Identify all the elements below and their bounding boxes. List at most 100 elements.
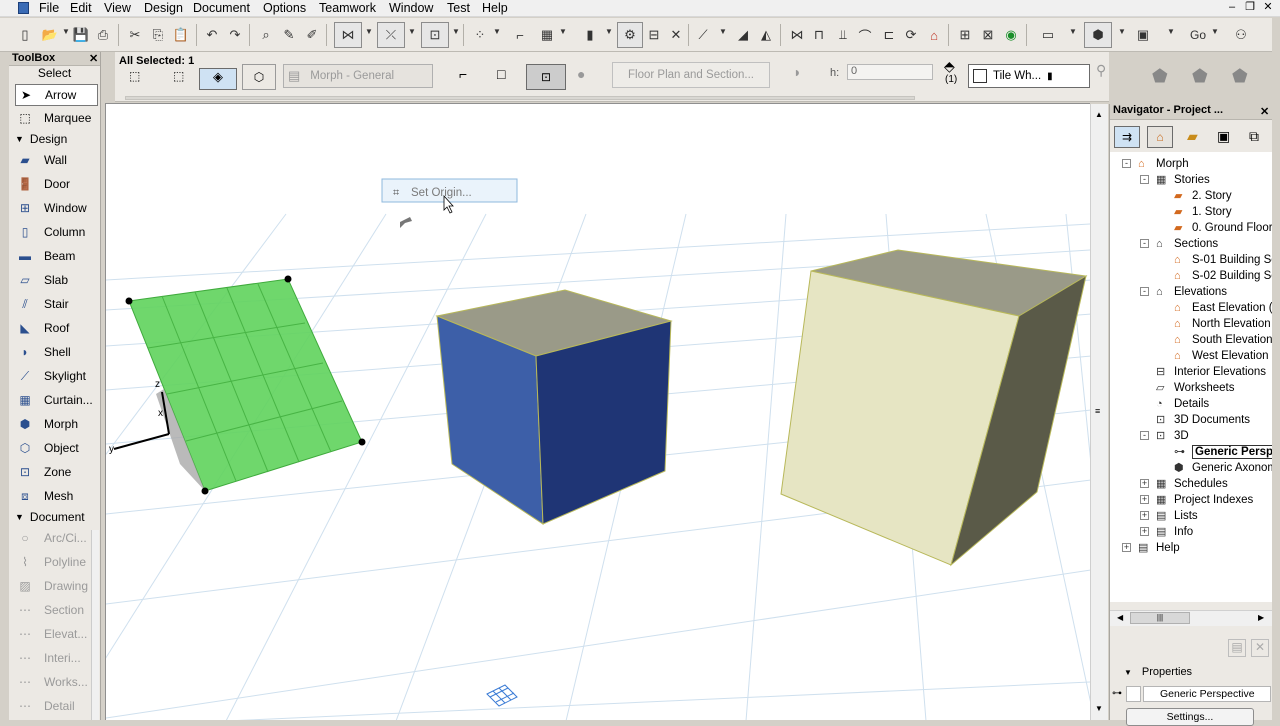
magic-wand-icon[interactable]: ⚙	[617, 22, 643, 48]
dropdown-arrow-icon[interactable]: ▼	[365, 27, 373, 36]
solid-icon[interactable]: ⊡	[526, 64, 566, 90]
copy-icon[interactable]: ⎘	[148, 25, 168, 45]
find-select-icon[interactable]: ⌕	[256, 25, 276, 45]
tree-item[interactable]: ⊡ 3D Documents	[1156, 412, 1250, 428]
hscroll-thumb[interactable]: |||	[1130, 612, 1190, 624]
property-id-field[interactable]	[1126, 686, 1141, 702]
toolbox-scrollbar[interactable]	[91, 530, 99, 720]
tree-item[interactable]: ⌂ S-02 Building Sec	[1174, 268, 1272, 284]
group-icon[interactable]: ▦	[537, 25, 557, 45]
pen-icon[interactable]: ⚲	[1096, 62, 1106, 79]
height-input[interactable]: 0	[847, 64, 933, 80]
tree-item[interactable]: ▰ 1. Story	[1174, 204, 1232, 220]
tree-item[interactable]: ⬢ Generic Axonom	[1174, 460, 1272, 476]
tool-slab[interactable]: ▱ Slab	[15, 269, 101, 291]
view-map-icon[interactable]: ▭	[1038, 25, 1058, 45]
tree-item[interactable]: ⌂ Morph	[1138, 156, 1189, 172]
face-icon[interactable]: □	[497, 66, 517, 86]
tree-item[interactable]: ⊡ 3D	[1156, 428, 1189, 444]
collapse-icon[interactable]: -	[1140, 287, 1149, 296]
grid-marker-icon[interactable]	[486, 684, 518, 707]
3d-viewport[interactable]: ⌗ Set Origin... z x y	[105, 103, 1090, 720]
paste-icon[interactable]: 📋	[171, 25, 191, 45]
tree-item[interactable]: ▰ 2. Story	[1174, 188, 1232, 204]
dropdown-arrow-icon[interactable]: ▼	[1167, 27, 1175, 36]
tool-zone[interactable]: ⊡ Zone	[15, 461, 101, 483]
elevate-icon[interactable]: ⊟	[644, 25, 664, 45]
tool-beam[interactable]: ▬ Beam	[15, 245, 101, 267]
tool-skylight[interactable]: ⟋ Skylight	[15, 365, 101, 387]
resize-icon[interactable]: ◭	[756, 25, 776, 45]
tree-item[interactable]: ▤ Info	[1156, 524, 1193, 540]
collapse-icon[interactable]: -	[1122, 159, 1131, 168]
expand-icon[interactable]: +	[1140, 479, 1149, 488]
tree-item[interactable]: ▦ Schedules	[1156, 476, 1228, 492]
go-menu-button[interactable]: Go	[1186, 25, 1210, 45]
tool-object[interactable]: ⬡ Object	[15, 437, 101, 459]
tree-item[interactable]: ⌂ Elevations	[1156, 284, 1227, 300]
dropdown-arrow-icon[interactable]: ▼	[1069, 27, 1077, 36]
curve-icon[interactable]: ⌒	[855, 25, 875, 45]
property-name-field[interactable]: Generic Perspective	[1143, 686, 1271, 702]
menu-help[interactable]: Help	[482, 1, 508, 15]
view-type-field[interactable]: Floor Plan and Section...	[612, 62, 770, 88]
view-map-icon[interactable]: ▰	[1187, 128, 1198, 145]
tree-item[interactable]: ⌂ Sections	[1156, 236, 1218, 252]
tree-item[interactable]: ⊟ Interior Elevations	[1156, 364, 1266, 380]
collapse-icon[interactable]: -	[1140, 431, 1149, 440]
tool-roof[interactable]: ◣ Roof	[15, 317, 101, 339]
shape-a-icon[interactable]: ⬟	[1152, 66, 1168, 87]
tool-shell[interactable]: ◗ Shell	[15, 341, 101, 363]
intersect-icon[interactable]: ◢	[733, 25, 753, 45]
scroll-left-icon[interactable]: ◀	[1117, 613, 1123, 622]
tree-item[interactable]: ▤ Lists	[1156, 508, 1198, 524]
render-icon[interactable]: ◉	[1001, 25, 1021, 45]
navigator-close-icon[interactable]: ✕	[1260, 105, 1269, 118]
expand-icon[interactable]: +	[1140, 511, 1149, 520]
toolbox-close-icon[interactable]: ✕	[89, 52, 98, 65]
tool-mode-button[interactable]: ◈	[199, 68, 237, 90]
delete-view-icon[interactable]: ✕	[1251, 639, 1269, 657]
menu-file[interactable]: File	[39, 1, 59, 15]
set-origin-menu-item[interactable]: Set Origin...	[411, 187, 472, 199]
scroll-up-icon[interactable]: ▲	[1095, 110, 1103, 119]
layer-icon[interactable]: ▣	[1133, 25, 1153, 45]
infobox-scrollbar[interactable]	[125, 96, 915, 100]
tool-arrow[interactable]: ➤ Arrow	[15, 84, 98, 106]
scroll-down-icon[interactable]: ▼	[1095, 704, 1103, 713]
cream-box[interactable]	[780, 249, 1088, 567]
plane-icon[interactable]: ⊏	[879, 25, 899, 45]
pick-up-parameters-icon[interactable]: ✎	[279, 25, 299, 45]
selection-node[interactable]	[358, 438, 366, 446]
offset-icon[interactable]: ⊓	[809, 25, 829, 45]
tree-hscrollbar[interactable]: ◀ ||| ▶	[1110, 610, 1272, 626]
material-icon[interactable]: ⬘	[944, 58, 955, 75]
selection-node[interactable]	[201, 487, 209, 495]
restore-icon[interactable]: ❐	[1243, 1, 1257, 14]
tree-item[interactable]: ⌂ S-01 Building Sec	[1174, 252, 1272, 268]
collapse-icon[interactable]: -	[1140, 175, 1149, 184]
menu-test[interactable]: Test	[447, 1, 470, 15]
morph-settings-button[interactable]: ⬡	[242, 64, 276, 90]
layout-book-icon[interactable]: ▣	[1217, 128, 1230, 145]
menu-view[interactable]: View	[104, 1, 131, 15]
menu-document[interactable]: Document	[193, 1, 250, 15]
bring-forward-icon[interactable]: ▮	[580, 25, 600, 45]
3d-window-icon[interactable]: ⬢	[1084, 22, 1112, 48]
selection-method-icon[interactable]: ⬚	[173, 69, 195, 87]
blue-cube[interactable]	[435, 289, 673, 525]
suspend-groups-icon[interactable]: ⋈	[334, 22, 362, 48]
split-icon[interactable]: ✕	[666, 25, 686, 45]
undo-icon[interactable]: ↶	[202, 25, 222, 45]
save-icon[interactable]: 💾	[71, 25, 91, 45]
element-type-selector[interactable]: ▤ Morph - General	[283, 64, 433, 88]
tool-window[interactable]: ⊞ Window	[15, 197, 101, 219]
properties-header[interactable]: ▼ Properties	[1124, 666, 1192, 678]
tool-door[interactable]: 🚪 Door	[15, 173, 101, 195]
tree-item[interactable]: ⌂ North Elevation	[1174, 316, 1271, 332]
reference-icon[interactable]: ⊡	[421, 22, 449, 48]
sphere-icon[interactable]: ●	[577, 66, 597, 86]
3d-scene[interactable]: ⌗ Set Origin... z x y	[106, 104, 1090, 720]
dropdown-arrow-icon[interactable]: ▼	[1211, 27, 1219, 36]
selected-slab[interactable]	[125, 275, 366, 495]
